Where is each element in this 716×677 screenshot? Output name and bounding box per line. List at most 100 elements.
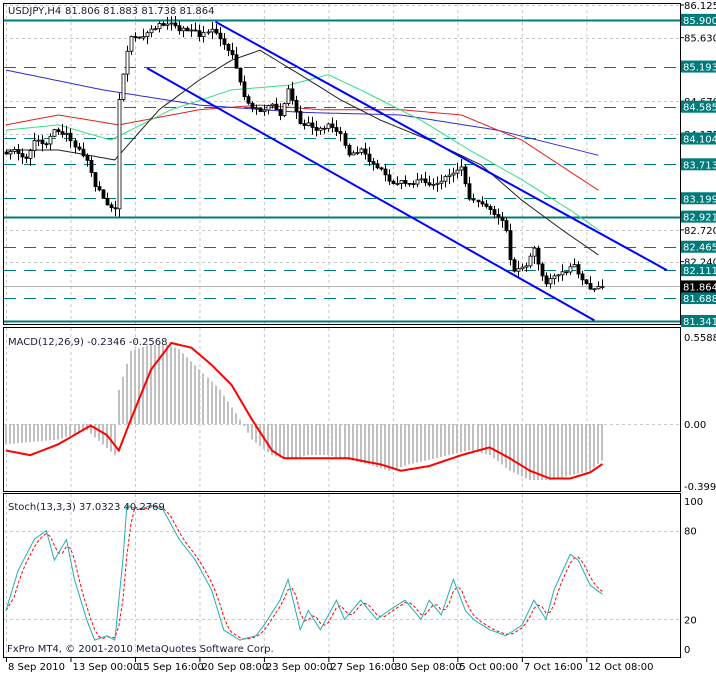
macd-histogram-bar <box>49 424 51 440</box>
candle-body <box>227 44 230 50</box>
candle <box>283 102 286 117</box>
macd-histogram-bar <box>585 424 587 472</box>
macd-histogram-bar <box>335 424 337 457</box>
level-price-label: 83.199 <box>683 194 716 205</box>
macd-histogram-bar <box>267 424 269 452</box>
candle-body <box>37 140 40 141</box>
price-tick-label: 85.630 <box>684 34 716 45</box>
level-price-label: 84.585 <box>683 103 716 114</box>
candle-body <box>388 175 391 181</box>
candle-body <box>581 274 584 280</box>
price-tick-label: 86.125 <box>684 1 716 12</box>
candle <box>513 257 516 272</box>
candle <box>118 93 121 216</box>
macd-histogram-bar <box>215 386 217 424</box>
candle-body <box>21 153 24 157</box>
time-tick-label: 20 Sep 08:00 <box>201 662 268 673</box>
candle <box>53 129 56 137</box>
macd-histogram-bar <box>146 346 148 424</box>
macd-histogram-bar <box>380 424 382 468</box>
macd-histogram-bar <box>25 424 27 442</box>
candle-body <box>525 266 528 267</box>
candle-body <box>557 275 560 276</box>
macd-histogram-bar <box>323 424 325 455</box>
macd-histogram-bar <box>565 424 567 476</box>
macd-histogram-bar <box>319 424 321 455</box>
candle-body <box>404 180 407 183</box>
candle-body <box>545 276 548 284</box>
candle-body <box>243 82 246 97</box>
time-tick-label: 15 Sep 16:00 <box>137 662 204 673</box>
candle-body <box>182 28 185 30</box>
candle-body <box>291 89 294 100</box>
candle-body <box>110 205 113 208</box>
candle-body <box>5 152 8 154</box>
candle-body <box>368 154 371 161</box>
macd-histogram-bar <box>259 424 261 446</box>
candle-body <box>573 265 576 267</box>
macd-histogram-bar <box>339 424 341 458</box>
macd-histogram-bar <box>493 424 495 458</box>
candle-body <box>331 124 334 128</box>
candle-body <box>194 30 197 31</box>
level-price-label: 85.900 <box>683 16 716 27</box>
candle-body <box>315 127 318 130</box>
candle-body <box>166 24 169 25</box>
macd-histogram-bar <box>400 424 402 467</box>
candle-body <box>295 100 298 111</box>
candle-body <box>376 164 379 168</box>
candle-body <box>517 269 520 272</box>
candle <box>102 189 105 198</box>
candle-body <box>501 217 504 220</box>
candle-body <box>45 144 48 145</box>
level-price-label: 83.713 <box>683 160 716 171</box>
macd-histogram-bar <box>505 424 507 468</box>
macd-histogram-bar <box>593 424 595 467</box>
macd-histogram-bar <box>497 424 499 461</box>
macd-histogram-bar <box>33 424 35 442</box>
candle-body <box>593 289 596 290</box>
chart-window[interactable]: 86.12585.63084.67084.17582.72082.24085.9… <box>0 0 716 673</box>
candle-body <box>537 248 540 264</box>
candle-body <box>82 149 85 156</box>
candle-body <box>424 179 427 183</box>
candle-body <box>211 29 214 32</box>
copyright-label: FxPro MT4, © 2001-2010 MetaQuotes Softwa… <box>7 644 274 655</box>
macd-histogram-bar <box>251 424 253 440</box>
macd-histogram-bar <box>408 424 410 464</box>
stoch-tick-label: 100 <box>684 497 703 508</box>
macd-histogram-bar <box>509 424 511 471</box>
macd-histogram-bar <box>130 351 132 424</box>
macd-histogram-bar <box>295 424 297 458</box>
candle-body <box>344 134 347 146</box>
candle-body <box>33 141 36 151</box>
candle-body <box>29 151 32 159</box>
candle-body <box>396 183 399 184</box>
macd-histogram-bar <box>162 345 164 424</box>
candle-body <box>561 272 564 275</box>
macd-histogram-bar <box>436 424 438 458</box>
candle-body <box>460 167 463 170</box>
candle <box>259 107 262 112</box>
macd-histogram-bar <box>227 402 229 424</box>
macd-histogram-bar <box>247 424 249 433</box>
macd-histogram-bar <box>57 424 59 440</box>
macd-histogram-bar <box>448 424 450 455</box>
macd-histogram-bar <box>352 424 354 461</box>
candle-body <box>319 128 322 130</box>
macd-histogram-bar <box>331 424 333 456</box>
macd-histogram-bar <box>569 424 571 475</box>
candle-body <box>190 30 193 31</box>
candle-body <box>65 133 68 134</box>
candle-body <box>122 74 125 99</box>
macd-histogram-bar <box>477 424 479 452</box>
candle-body <box>601 286 604 287</box>
macd-histogram-bar <box>404 424 406 466</box>
macd-histogram-bar <box>452 424 454 454</box>
macd-histogram-bar <box>589 424 591 471</box>
macd-histogram-bar <box>553 424 555 479</box>
candle-body <box>339 132 342 134</box>
stoch-tick-label: 80 <box>684 527 697 538</box>
candle-body <box>98 187 101 190</box>
time-tick-label: 7 Oct 16:00 <box>524 662 583 673</box>
